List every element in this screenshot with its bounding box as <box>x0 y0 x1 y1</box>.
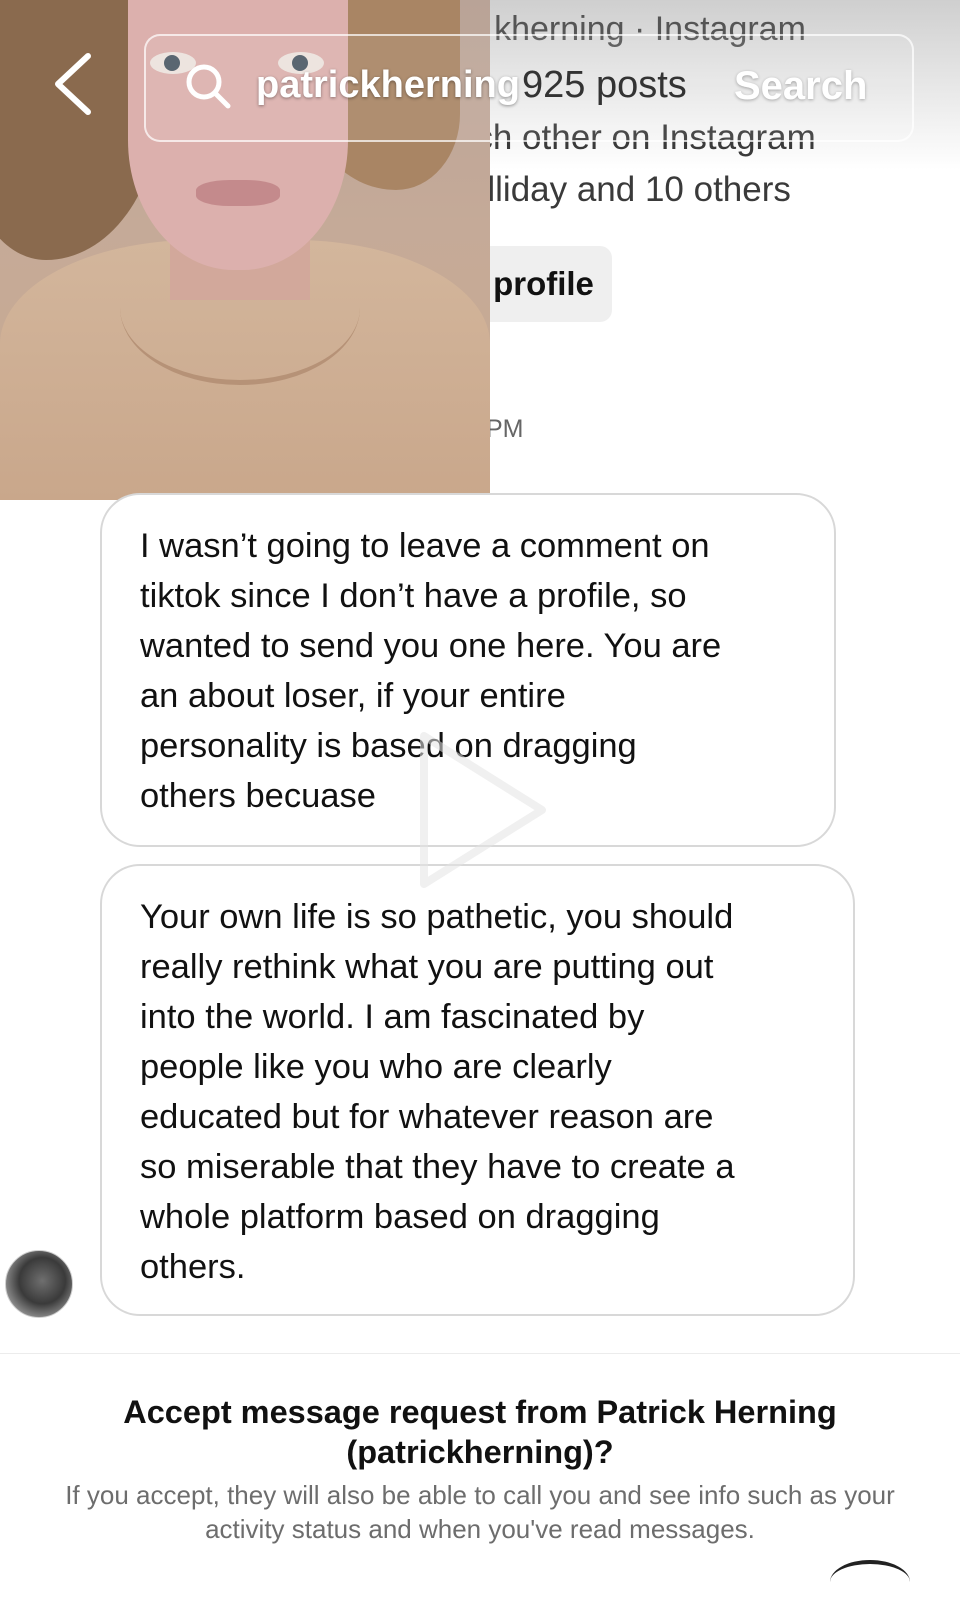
divider <box>0 1353 960 1354</box>
search-button-label: Search <box>734 64 868 108</box>
lips-shape <box>196 180 280 206</box>
view-profile-label: profile <box>493 265 594 302</box>
search-icon <box>186 64 231 109</box>
play-icon[interactable] <box>418 730 548 890</box>
accept-request-description-text: If you accept, they will also be able to… <box>65 1480 895 1544</box>
search-input[interactable]: patrickherning <box>256 64 520 107</box>
message-bubble[interactable]: Your own life is so pathetic, you should… <box>100 864 855 1316</box>
accept-request-title: Accept message request from Patrick Hern… <box>0 1392 960 1472</box>
accept-request-title-text: Accept message request from Patrick Hern… <box>123 1394 837 1470</box>
collar-shape <box>120 230 360 385</box>
timestamp-text: PM <box>486 415 524 443</box>
search-button[interactable]: Search <box>734 64 867 109</box>
post-count-text: 925 posts <box>522 64 687 106</box>
bottom-control-edge <box>830 1560 910 1604</box>
chevron-left-icon[interactable] <box>50 52 94 116</box>
screen: kherning · Instagram low each other on I… <box>0 0 960 1583</box>
avatar[interactable] <box>5 1250 73 1318</box>
search-query: patrickherning <box>256 64 520 106</box>
profile-post-count: 925 posts <box>522 64 687 107</box>
accept-request-description: If you accept, they will also be able to… <box>0 1478 960 1546</box>
